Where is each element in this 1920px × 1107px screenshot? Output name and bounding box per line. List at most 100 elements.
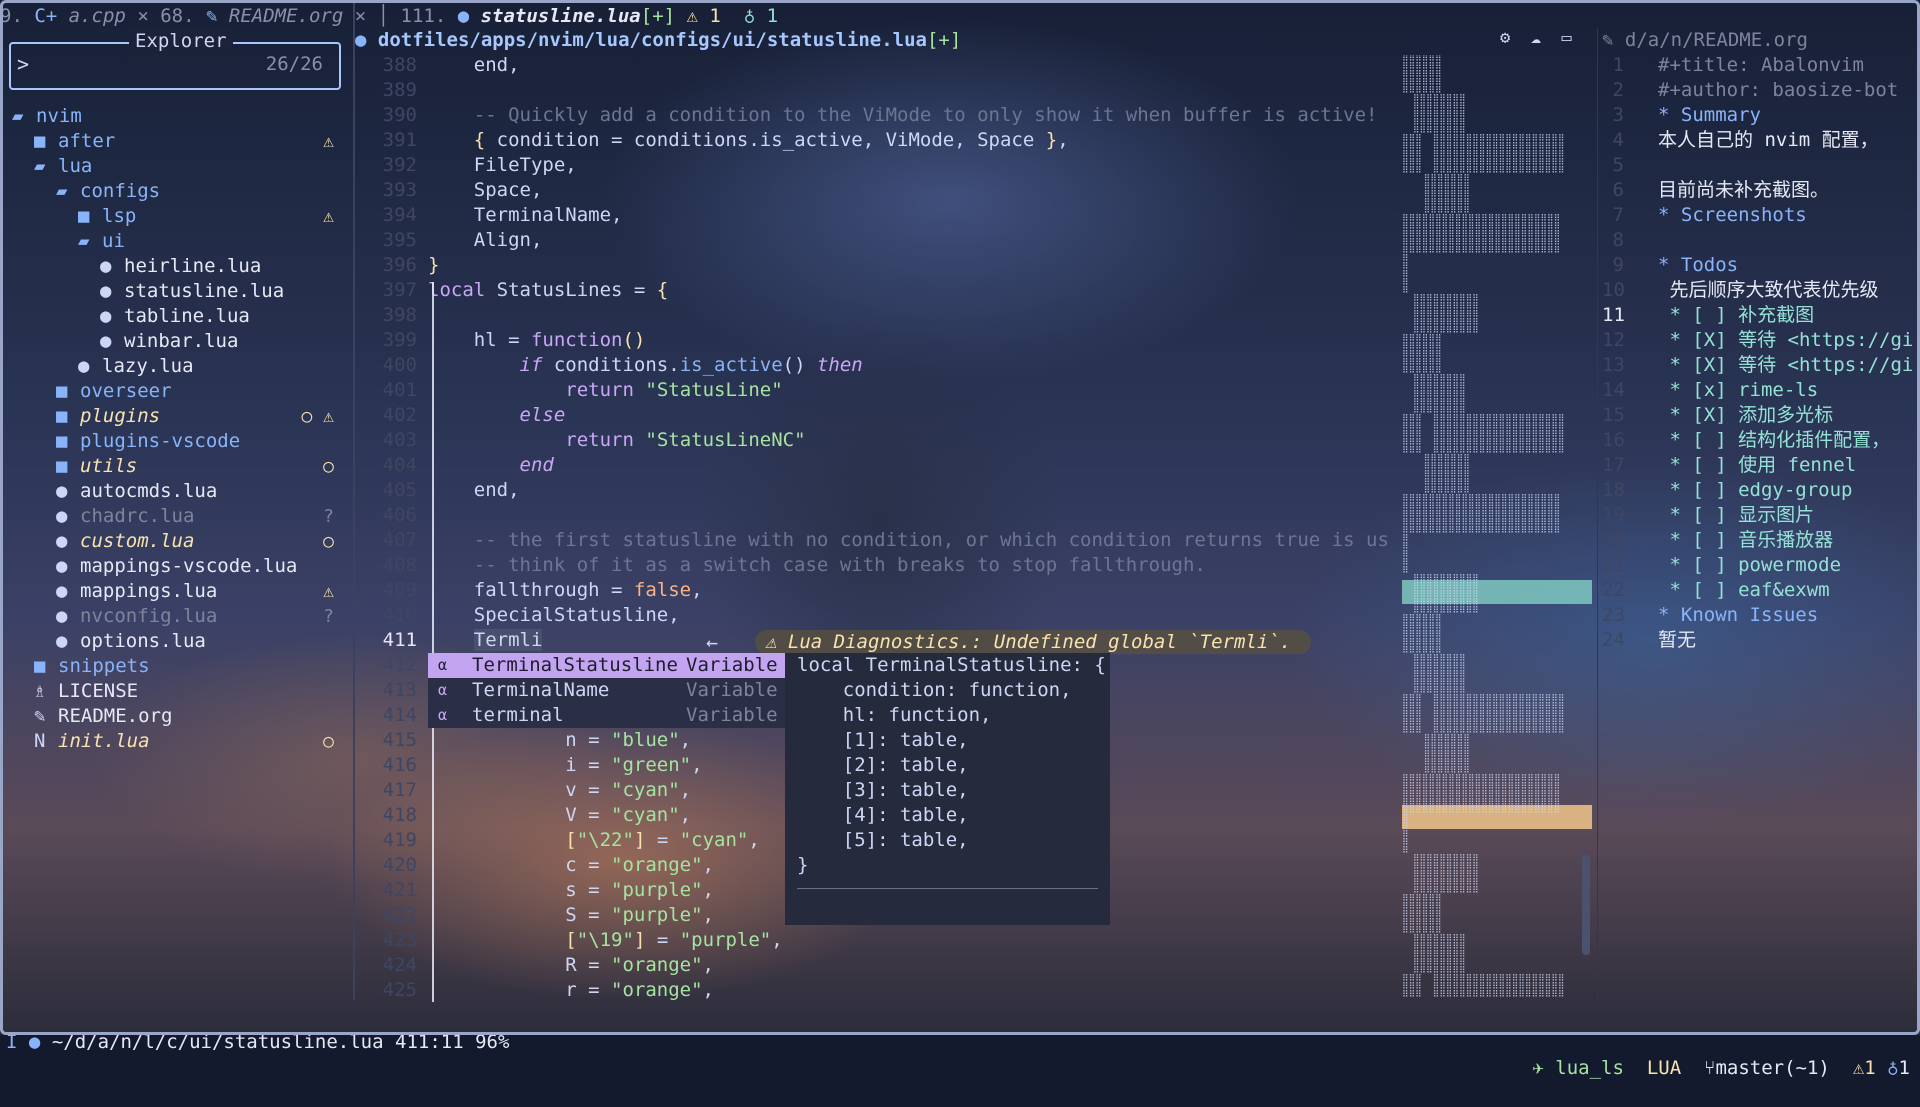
readme-text: #+author: baosize-bot xyxy=(1658,79,1899,101)
completion-item[interactable]: α terminal Variable xyxy=(428,703,785,728)
explorer-item[interactable]: ● nvconfig.lua? xyxy=(0,604,352,629)
explorer-item[interactable]: ● autocmds.lua xyxy=(0,479,352,504)
explorer-item[interactable]: ▰ nvim xyxy=(0,104,352,129)
line-number: 409 xyxy=(382,579,417,601)
explorer-item[interactable]: ■ plugins-vscode xyxy=(0,429,352,454)
explorer-item-label: tabline.lua xyxy=(124,305,250,327)
explorer-item[interactable]: ▰ configs xyxy=(0,179,352,204)
code-text: s = "purple", xyxy=(428,879,714,901)
code-text: else xyxy=(519,404,566,426)
readme-line[interactable]: 8 xyxy=(1602,228,1920,253)
explorer-item[interactable]: ■ overseer xyxy=(0,379,352,404)
code-text: v = "cyan", xyxy=(428,779,692,801)
code-text: r = "orange", xyxy=(428,979,714,1001)
explorer-item[interactable]: ● mappings-vscode.lua xyxy=(0,554,352,579)
readme-line[interactable]: 14 * [x] rime-ls xyxy=(1602,378,1920,403)
readme-text: * [ ] eaf&exwm xyxy=(1658,579,1830,601)
explorer-item[interactable]: ● lazy.lua xyxy=(0,354,352,379)
line-number: 16 xyxy=(1602,429,1625,451)
readme-line[interactable]: 24 暂无 xyxy=(1602,628,1920,653)
explorer-item[interactable]: ■ snippets xyxy=(0,654,352,679)
line-number: 398 xyxy=(382,304,417,326)
tab-close-icon[interactable]: × xyxy=(126,5,160,27)
modified-marker: [+] xyxy=(926,29,962,51)
readme-line[interactable]: 21 * [ ] powermode xyxy=(1602,553,1920,578)
readme-text: * [ ] 补充截图 xyxy=(1658,304,1815,326)
readme-lines[interactable]: 1 #+title: Abalonvim 2 #+author: baosize-bo… xyxy=(1602,53,1920,653)
explorer-item[interactable]: ■ after ⚠ xyxy=(0,129,352,154)
minimap[interactable]: ⠿⠿⠿⠿⠿⠿ ⠿⠿⠿⠿⠿⠿ ⠿⠿⠿⠿⠿⠿ ⠿⠿⠿⠿⠿⠿ ⠿⠿⠿⠿⠿⠿ ⠿⠿⠿⠿⠿… xyxy=(1402,55,1592,1000)
code-text: -- think of it as a switch case with bre… xyxy=(473,554,1206,576)
explorer-item[interactable]: ● options.lua xyxy=(0,629,352,654)
readme-line[interactable]: 6 目前尚未补充截图。 xyxy=(1602,178,1920,203)
readme-line[interactable]: 3 * Summary xyxy=(1602,103,1920,128)
readme-line[interactable]: 7 * Screenshots xyxy=(1602,203,1920,228)
readme-line[interactable]: 20 * [ ] 音乐播放器 xyxy=(1602,528,1920,553)
explorer-item[interactable]: ■ utils ○ xyxy=(0,454,352,479)
explorer-item[interactable]: Ninit.lua ○ xyxy=(0,729,352,754)
readme-line[interactable]: 19 * [ ] 显示图片 xyxy=(1602,503,1920,528)
explorer-item-label: winbar.lua xyxy=(124,330,239,352)
completion-item[interactable]: α TerminalName Variable xyxy=(428,678,785,703)
robot-icon[interactable]: ☁ xyxy=(1531,28,1541,48)
readme-line[interactable]: 23 * Known Issues xyxy=(1602,603,1920,628)
explorer-item[interactable]: ● chadrc.lua? xyxy=(0,504,352,529)
readme-line[interactable]: 15 * [X] 添加多光标 xyxy=(1602,403,1920,428)
explorer-item[interactable]: ● custom.lua ○ xyxy=(0,529,352,554)
line-number: 401 xyxy=(382,379,417,401)
line-number: 392 xyxy=(382,154,417,176)
explorer-item[interactable]: ● heirline.lua xyxy=(0,254,352,279)
explorer-item[interactable]: ● winbar.lua xyxy=(0,329,352,354)
explorer-item[interactable]: ✎ README.org xyxy=(0,704,352,729)
tab-readme[interactable]: README.org xyxy=(229,5,343,27)
line-number: 14 xyxy=(1602,379,1625,401)
warning-icon: ⚠ xyxy=(1852,1057,1865,1079)
explorer-item[interactable]: ♗ LICENSE xyxy=(0,679,352,704)
line-number: 412 xyxy=(382,654,417,676)
line-number: 413 xyxy=(382,679,417,701)
explorer-item-label: nvconfig.lua xyxy=(80,605,218,627)
readme-line[interactable]: 9 * Todos xyxy=(1602,253,1920,278)
explorer-item-label: mappings.lua xyxy=(80,580,218,602)
readme-line[interactable]: 1 #+title: Abalonvim xyxy=(1602,53,1920,78)
code-text: c = "orange", xyxy=(428,854,714,876)
bug-icon[interactable]: ⚙ xyxy=(1500,28,1510,48)
scrollbar[interactable] xyxy=(1582,855,1590,955)
tab-statusline[interactable]: statusline.lua xyxy=(481,5,641,27)
readme-pane[interactable]: ✎ d/a/n/README.org 1 #+title: Abalonvim 2 #… xyxy=(1602,28,1920,1000)
readme-line[interactable]: 18 * [ ] edgy-group xyxy=(1602,478,1920,503)
line-number: 423 xyxy=(382,929,417,951)
readme-line[interactable]: 16 * [ ] 结构化插件配置， xyxy=(1602,428,1920,453)
readme-line[interactable]: 10 先后顺序大致代表优先级 xyxy=(1602,278,1920,303)
tab-a-cpp[interactable]: a.cpp xyxy=(69,5,126,27)
explorer-item[interactable]: ■ lsp ⚠ xyxy=(0,204,352,229)
tab-close-icon[interactable]: × │ xyxy=(343,5,400,27)
lua-icon: ● xyxy=(56,530,68,552)
modified-marker: [+] xyxy=(640,5,676,27)
lua-icon: ● xyxy=(56,480,68,502)
explorer-item-label: lazy.lua xyxy=(102,355,194,377)
readme-line[interactable]: 17 * [ ] 使用 fennel xyxy=(1602,453,1920,478)
readme-line[interactable]: 13 * [X] 等待 <https://gi xyxy=(1602,353,1920,378)
completion-item[interactable]: α TerminalStatusline Variable xyxy=(428,653,785,678)
explorer-item[interactable]: ▰ lua xyxy=(0,154,352,179)
readme-line[interactable]: 2 #+author: baosize-bot xyxy=(1602,78,1920,103)
explorer-item[interactable]: ▰ ui xyxy=(0,229,352,254)
explorer-item[interactable]: ● mappings.lua ⚠ xyxy=(0,579,352,604)
readme-line[interactable]: 4 本人自己的 nvim 配置， xyxy=(1602,128,1920,153)
git-status-badge: ⚠ xyxy=(323,131,334,152)
window-icon[interactable]: ▭ xyxy=(1561,28,1571,48)
tab-partial[interactable]: 9. xyxy=(0,5,34,27)
line-number: 12 xyxy=(1602,329,1625,351)
line-number: 6 xyxy=(1612,179,1624,201)
explorer-item[interactable]: ■ plugins ○ ⚠ xyxy=(0,404,352,429)
explorer-item[interactable]: ● tabline.lua xyxy=(0,304,352,329)
completion-menu[interactable]: α TerminalStatusline Variable α TerminalName… xyxy=(428,653,785,728)
cpp-icon: C+ xyxy=(34,5,69,27)
explorer-item[interactable]: ● statusline.lua xyxy=(0,279,352,304)
readme-line[interactable]: 11 * [ ] 补充截图 xyxy=(1602,303,1920,328)
readme-line[interactable]: 22 * [ ] eaf&exwm xyxy=(1602,578,1920,603)
readme-line[interactable]: 12 * [X] 等待 <https://gi xyxy=(1602,328,1920,353)
explorer-search-box[interactable]: Explorer > 26/26 xyxy=(9,30,341,90)
readme-line[interactable]: 5 xyxy=(1602,153,1920,178)
